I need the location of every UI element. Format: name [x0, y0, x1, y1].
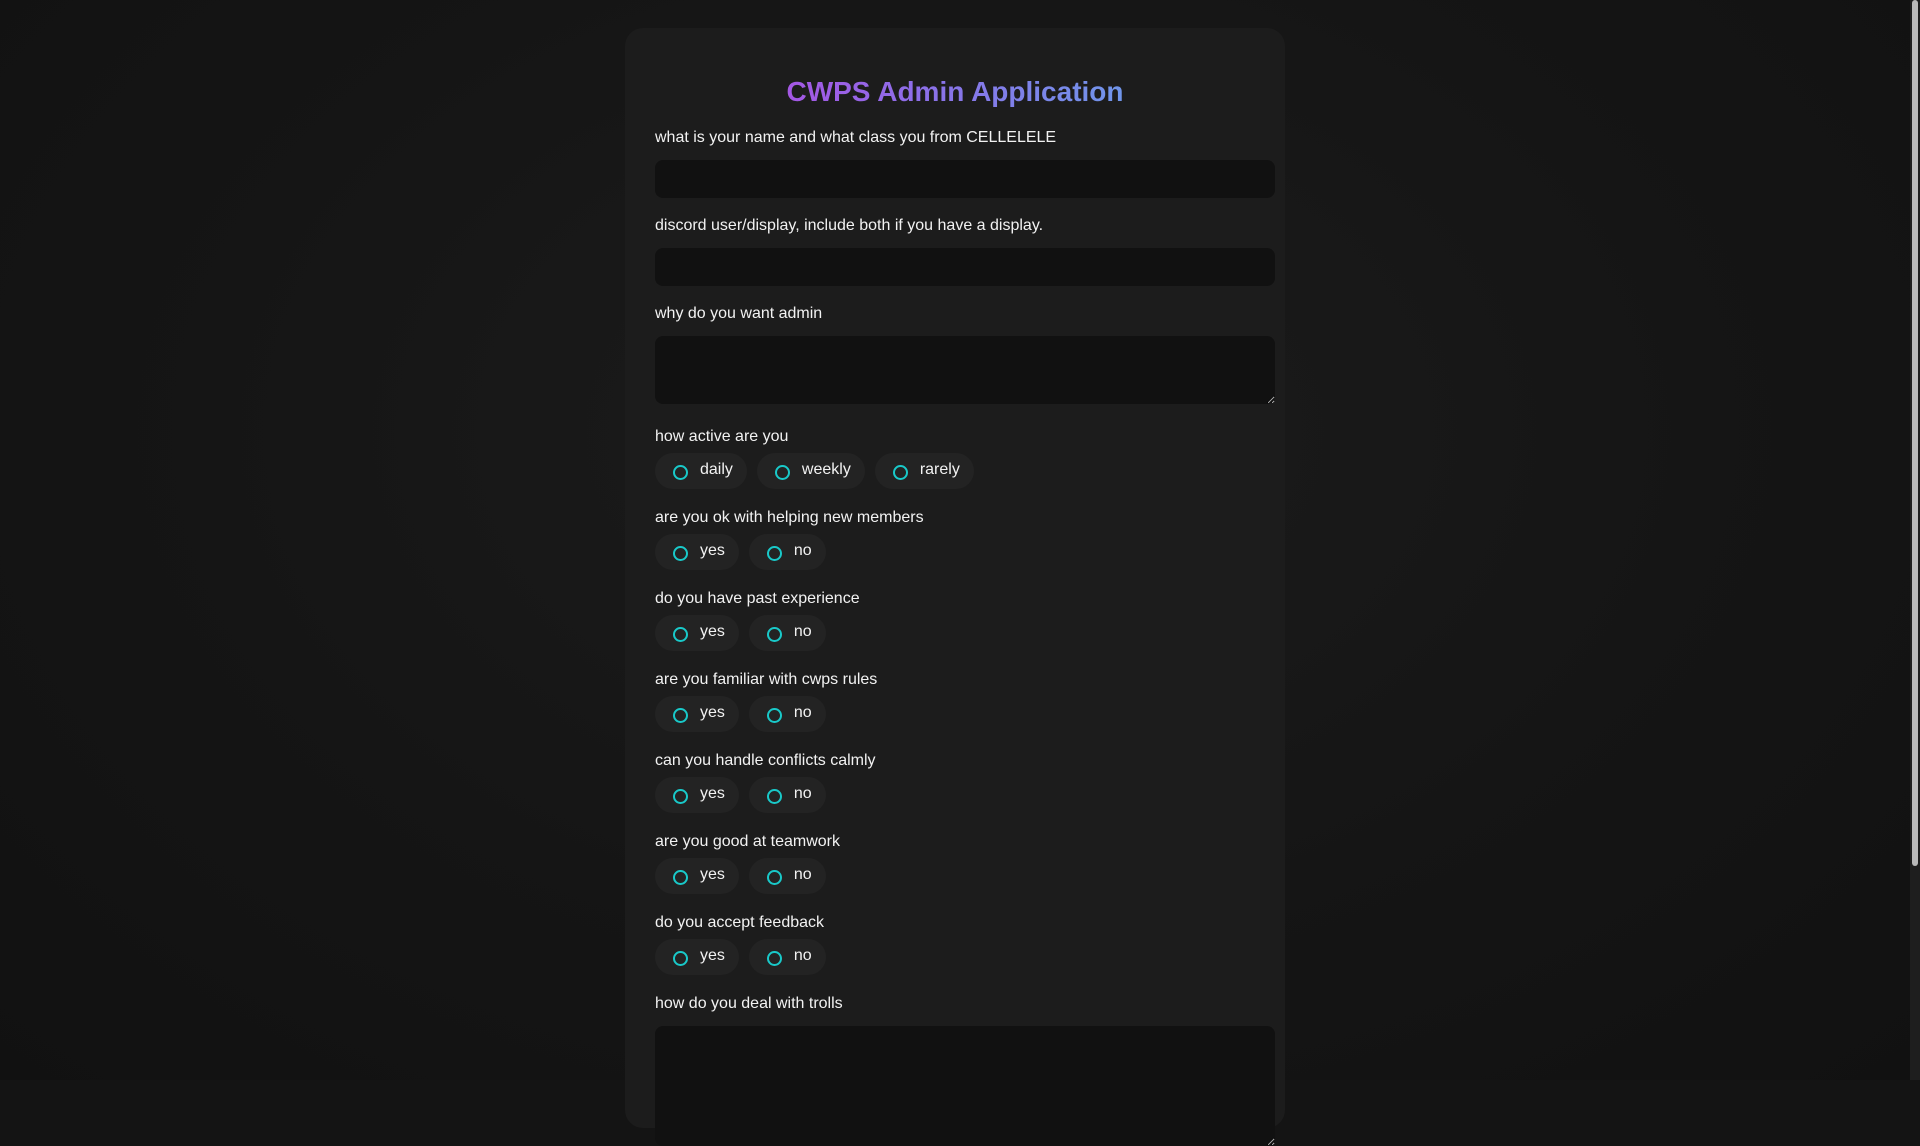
experience-options: yes no: [655, 615, 826, 651]
radio-circle-icon[interactable]: [766, 950, 782, 966]
feedback-option-yes[interactable]: yes: [655, 939, 739, 975]
helping-options: yes no: [655, 534, 826, 570]
name-input[interactable]: [655, 160, 1275, 198]
radio-circle-icon[interactable]: [766, 626, 782, 642]
activity-options: daily weekly rarely: [655, 453, 974, 489]
teamwork-option-yes[interactable]: yes: [655, 858, 739, 894]
radio-circle-icon[interactable]: [673, 545, 688, 561]
radio-circle-icon[interactable]: [673, 464, 688, 480]
why-admin-question-label: why do you want admin: [655, 305, 823, 322]
radio-circle-icon[interactable]: [673, 869, 688, 885]
teamwork-question-label: are you good at teamwork: [655, 833, 840, 850]
helping-question-label: are you ok with helping new members: [655, 509, 924, 526]
activity-option-rarely[interactable]: rarely: [874, 453, 974, 489]
conflicts-question-label: can you handle conflicts calmly: [655, 752, 876, 769]
trolls-textarea[interactable]: [655, 1026, 1275, 1146]
feedback-question-label: do you accept feedback: [655, 914, 825, 931]
rules-options: yes no: [655, 696, 826, 732]
conflicts-option-yes[interactable]: yes: [655, 777, 739, 813]
feedback-options: yes no: [655, 939, 826, 975]
radio-circle-icon[interactable]: [673, 626, 688, 642]
rules-option-yes[interactable]: yes: [655, 696, 739, 732]
activity-option-daily[interactable]: daily: [655, 453, 747, 489]
scrollbar-thumb[interactable]: [1912, 0, 1918, 866]
name-question-label: what is your name and what class you fro…: [655, 129, 1057, 146]
radio-circle-icon[interactable]: [892, 464, 908, 480]
radio-circle-icon[interactable]: [766, 707, 782, 723]
experience-option-no[interactable]: no: [748, 615, 826, 651]
experience-option-yes[interactable]: yes: [655, 615, 739, 651]
application-form-card: CWPS Admin Application what is your name…: [625, 28, 1285, 1146]
radio-circle-icon[interactable]: [766, 788, 782, 804]
conflicts-options: yes no: [655, 777, 826, 813]
why-admin-textarea[interactable]: [655, 336, 1275, 404]
radio-circle-icon[interactable]: [673, 707, 688, 723]
form-title: CWPS Admin Application: [625, 74, 1285, 110]
helping-option-no[interactable]: no: [748, 534, 826, 570]
helping-option-yes[interactable]: yes: [655, 534, 739, 570]
feedback-option-no[interactable]: no: [748, 939, 826, 975]
page-scrollbar[interactable]: [1910, 0, 1920, 1080]
rules-option-no[interactable]: no: [748, 696, 826, 732]
radio-circle-icon[interactable]: [673, 950, 688, 966]
activity-option-weekly[interactable]: weekly: [756, 453, 865, 489]
teamwork-options: yes no: [655, 858, 826, 894]
radio-circle-icon[interactable]: [673, 788, 688, 804]
trolls-question-label: how do you deal with trolls: [655, 995, 843, 1012]
teamwork-option-no[interactable]: no: [748, 858, 826, 894]
discord-input[interactable]: [655, 248, 1275, 286]
activity-question-label: how active are you: [655, 428, 789, 445]
experience-question-label: do you have past experience: [655, 590, 860, 607]
discord-question-label: discord user/display, include both if yo…: [655, 217, 1044, 234]
radio-circle-icon[interactable]: [774, 464, 790, 480]
conflicts-option-no[interactable]: no: [748, 777, 826, 813]
radio-circle-icon[interactable]: [766, 869, 782, 885]
rules-question-label: are you familiar with cwps rules: [655, 671, 878, 688]
radio-circle-icon[interactable]: [766, 545, 782, 561]
